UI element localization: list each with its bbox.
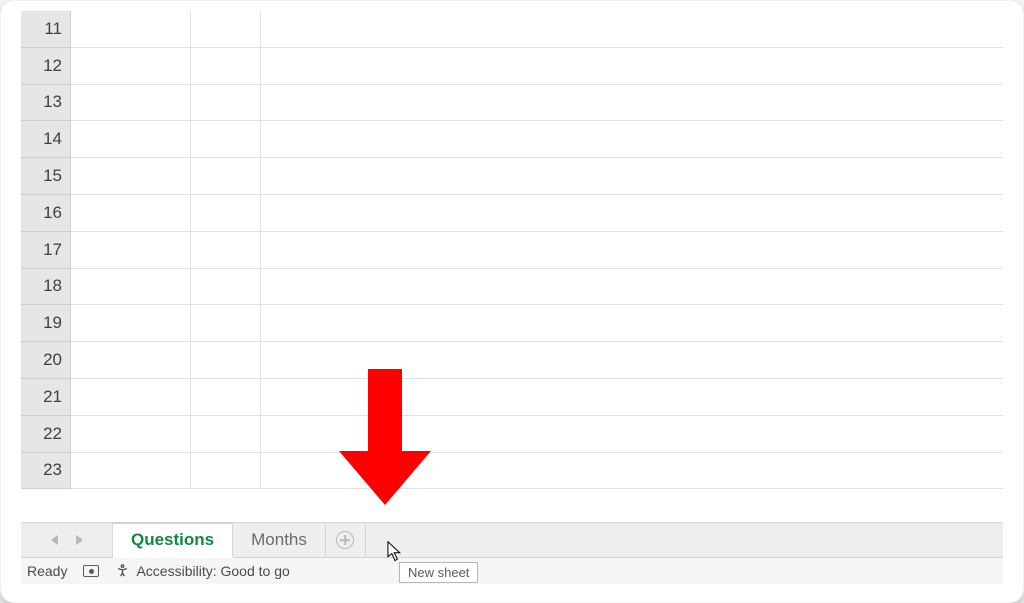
status-ready-label: Ready: [27, 563, 67, 579]
cell[interactable]: [191, 85, 261, 122]
cell[interactable]: [261, 416, 1003, 453]
cell[interactable]: [261, 195, 1003, 232]
cell[interactable]: [71, 48, 191, 85]
cell[interactable]: [261, 121, 1003, 158]
cell[interactable]: [71, 453, 191, 490]
sheet-tab-strip: Questions Months: [21, 522, 1003, 558]
cell[interactable]: [71, 121, 191, 158]
sheet-tab-months[interactable]: Months: [233, 523, 326, 557]
row[interactable]: 21: [21, 379, 1003, 416]
cell[interactable]: [261, 379, 1003, 416]
row[interactable]: 12: [21, 48, 1003, 85]
cell[interactable]: [71, 85, 191, 122]
cell[interactable]: [71, 305, 191, 342]
row[interactable]: 17: [21, 232, 1003, 269]
excel-window: 11 12 13 14 15: [0, 0, 1024, 603]
row[interactable]: 11: [21, 11, 1003, 48]
cell[interactable]: [261, 269, 1003, 306]
row[interactable]: 13: [21, 85, 1003, 122]
cell[interactable]: [191, 379, 261, 416]
row-header[interactable]: 15: [21, 158, 71, 195]
row[interactable]: 15: [21, 158, 1003, 195]
row-header[interactable]: 21: [21, 379, 71, 416]
row-header[interactable]: 16: [21, 195, 71, 232]
record-macro-icon: [83, 565, 99, 577]
row[interactable]: 19: [21, 305, 1003, 342]
row-header[interactable]: 12: [21, 48, 71, 85]
row-header[interactable]: 14: [21, 121, 71, 158]
row-header[interactable]: 13: [21, 85, 71, 122]
accessibility-icon: [115, 563, 130, 580]
row[interactable]: 16: [21, 195, 1003, 232]
spreadsheet-grid[interactable]: 11 12 13 14 15: [21, 11, 1003, 522]
status-bar: Ready Accessibility: Good to go: [21, 558, 1003, 584]
tab-nav-prev-icon[interactable]: [48, 535, 58, 545]
cell[interactable]: [261, 48, 1003, 85]
row[interactable]: 22: [21, 416, 1003, 453]
cell[interactable]: [261, 158, 1003, 195]
cell[interactable]: [71, 379, 191, 416]
row-header[interactable]: 19: [21, 305, 71, 342]
cell[interactable]: [191, 158, 261, 195]
cell[interactable]: [71, 269, 191, 306]
cell[interactable]: [71, 11, 191, 48]
row-header[interactable]: 17: [21, 232, 71, 269]
status-accessibility[interactable]: Accessibility: Good to go: [115, 563, 289, 580]
row[interactable]: 18: [21, 269, 1003, 306]
cell[interactable]: [191, 121, 261, 158]
row[interactable]: 20: [21, 342, 1003, 379]
cell[interactable]: [261, 342, 1003, 379]
new-sheet-button[interactable]: [326, 523, 366, 557]
sheet-tab-label: Months: [251, 530, 307, 550]
sheet-tab-label: Questions: [131, 530, 214, 550]
cell[interactable]: [191, 269, 261, 306]
cell[interactable]: [261, 85, 1003, 122]
row[interactable]: 14: [21, 121, 1003, 158]
cell[interactable]: [261, 11, 1003, 48]
cell[interactable]: [261, 305, 1003, 342]
cell[interactable]: [261, 232, 1003, 269]
cell[interactable]: [191, 232, 261, 269]
cell[interactable]: [191, 195, 261, 232]
tab-nav-group: [21, 523, 113, 557]
status-ready: Ready: [27, 563, 67, 579]
row-header[interactable]: 20: [21, 342, 71, 379]
cell[interactable]: [191, 453, 261, 490]
status-accessibility-label: Accessibility: Good to go: [136, 563, 289, 579]
cell[interactable]: [71, 232, 191, 269]
row-header[interactable]: 18: [21, 269, 71, 306]
cell[interactable]: [191, 48, 261, 85]
cell[interactable]: [71, 158, 191, 195]
cell[interactable]: [261, 453, 1003, 490]
plus-icon: [336, 531, 354, 549]
cell[interactable]: [71, 195, 191, 232]
row-header[interactable]: 11: [21, 11, 71, 48]
row[interactable]: 23: [21, 453, 1003, 490]
cell[interactable]: [191, 11, 261, 48]
cell[interactable]: [71, 416, 191, 453]
cell[interactable]: [191, 305, 261, 342]
row-header[interactable]: 23: [21, 453, 71, 490]
cell[interactable]: [71, 342, 191, 379]
sheet-tab-questions[interactable]: Questions: [113, 523, 233, 558]
cell[interactable]: [191, 342, 261, 379]
row-header[interactable]: 22: [21, 416, 71, 453]
tab-nav-next-icon[interactable]: [76, 535, 86, 545]
status-macro[interactable]: [83, 565, 99, 577]
cell[interactable]: [191, 416, 261, 453]
